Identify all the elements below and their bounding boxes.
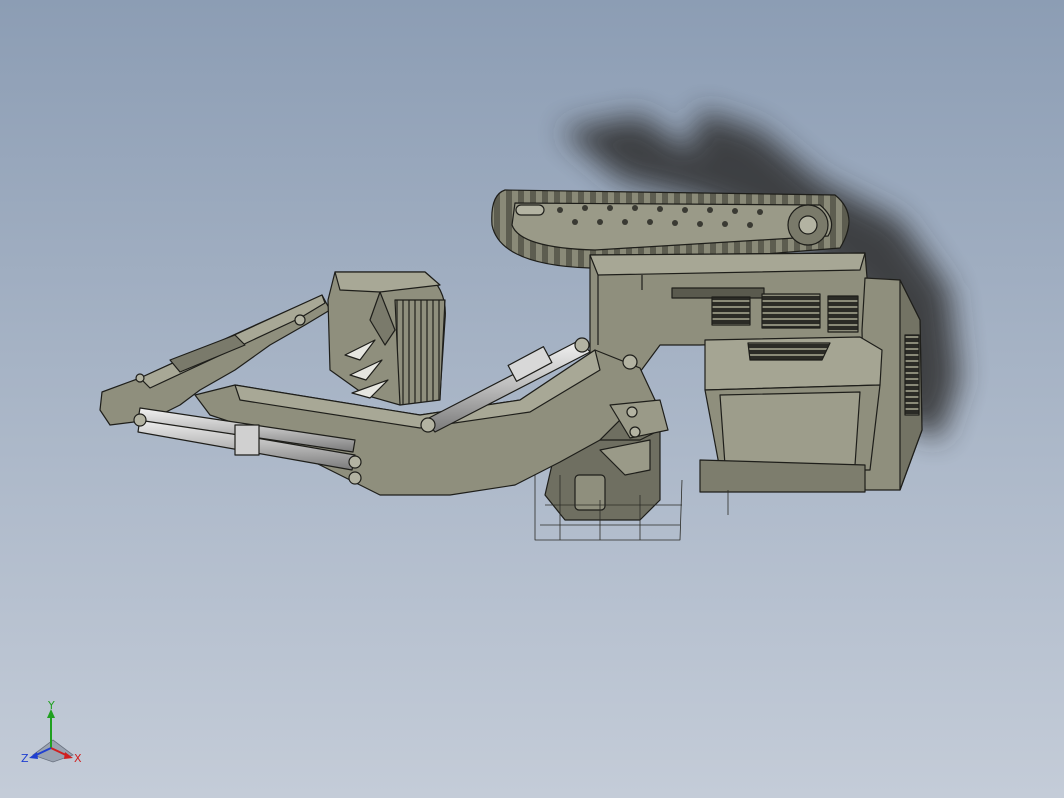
orientation-triad[interactable]: Y X Z [18, 700, 88, 770]
cab-box[interactable] [699, 336, 883, 493]
y-axis-label: Y [47, 700, 55, 712]
triad-base-icon [32, 739, 74, 763]
excavator-model[interactable] [99, 189, 923, 541]
z-axis-label: Z [21, 752, 29, 765]
bucket[interactable] [327, 271, 446, 406]
x-axis-label: X [74, 752, 82, 765]
cad-viewport[interactable] [0, 0, 1064, 798]
